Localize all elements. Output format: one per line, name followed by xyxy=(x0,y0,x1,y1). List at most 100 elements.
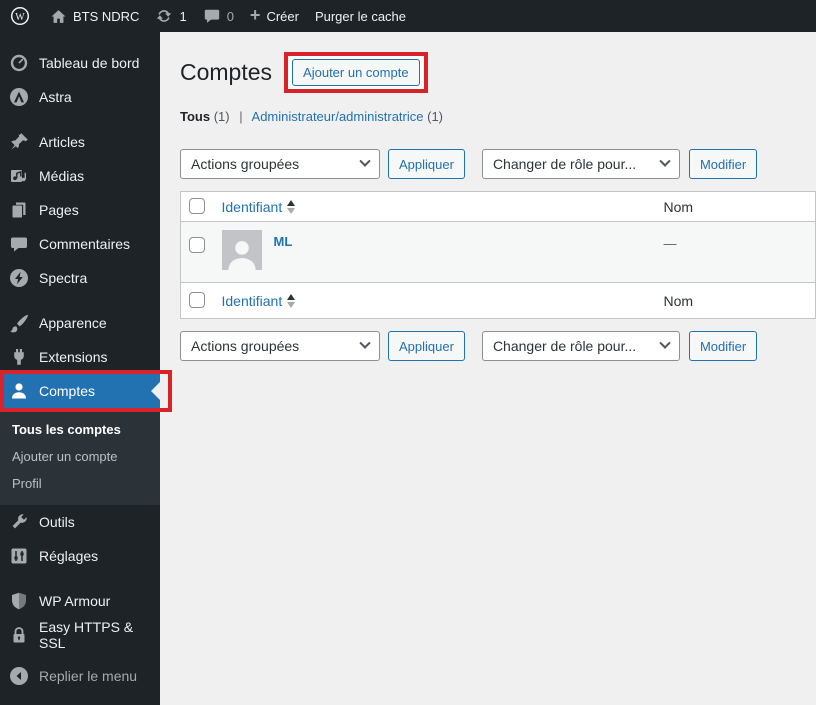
view-administrator-link[interactable]: Administrateur/administratrice xyxy=(252,109,424,124)
astra-logo-icon xyxy=(9,87,29,107)
name-column-label: Nom xyxy=(663,292,694,309)
purge-cache-label: Purger le cache xyxy=(314,8,407,24)
change-role-select-bottom[interactable]: Changer de rôle pour... xyxy=(481,331,680,361)
bulk-actions-select[interactable]: Actions groupées xyxy=(180,149,380,179)
wordpress-logo[interactable]: W xyxy=(10,6,30,26)
page-title: Comptes xyxy=(180,59,273,85)
views-filter: Tous (1) | Administrateur/administratric… xyxy=(180,109,816,124)
sidebar-item-replier-le-menu[interactable]: Replier le menu xyxy=(0,659,160,693)
settings-icon xyxy=(9,546,29,566)
table-footer-row: Identifiant Nom xyxy=(180,282,816,319)
apply-button[interactable]: Appliquer xyxy=(388,149,465,179)
sidebar-item-wp-armour[interactable]: WP Armour xyxy=(0,584,160,618)
row-checkbox[interactable] xyxy=(189,237,205,253)
submenu-item-tous-les-comptes[interactable]: Tous les comptes xyxy=(0,416,160,443)
username-column-label: Identifiant xyxy=(221,292,283,309)
bulk-actions-top: Actions groupées Appliquer Changer de rô… xyxy=(180,149,816,179)
username-column-label: Identifiant xyxy=(221,198,283,215)
active-menu-arrow-icon xyxy=(151,382,160,400)
main-content: Comptes Ajouter un compte Tous (1) | Adm… xyxy=(160,32,816,705)
select-all-checkbox-bottom[interactable] xyxy=(189,292,205,308)
sidebar-item-label: Extensions xyxy=(39,349,108,365)
apply-button-bottom[interactable]: Appliquer xyxy=(388,331,465,361)
sidebar-item-comptes[interactable]: Comptes xyxy=(0,374,160,408)
sidebar-item-label: Comptes xyxy=(39,383,96,399)
sidebar-item-spectra[interactable]: Spectra xyxy=(0,261,160,295)
sidebar-item-tableau-de-bord[interactable]: Tableau de bord xyxy=(0,46,160,80)
pages-icon xyxy=(9,200,29,220)
bulk-actions-select-bottom[interactable]: Actions groupées xyxy=(180,331,380,361)
sidebar-item-extensions[interactable]: Extensions xyxy=(0,340,160,374)
create-label: Créer xyxy=(266,8,299,24)
wordpress-logo-icon: W xyxy=(10,6,30,26)
plus-icon: + xyxy=(249,5,261,25)
sidebar-item-label: WP Armour xyxy=(39,593,111,609)
submenu-item-ajouter-un-compte[interactable]: Ajouter un compte xyxy=(0,443,160,470)
sidebar-item-medias[interactable]: Médias xyxy=(0,159,160,193)
site-name: BTS NDRC xyxy=(73,8,140,24)
sort-arrows-icon xyxy=(287,199,296,214)
user-avatar xyxy=(221,230,262,270)
sidebar-item-outils[interactable]: Outils xyxy=(0,505,160,539)
bulk-actions-bottom: Actions groupées Appliquer Changer de rô… xyxy=(180,331,816,361)
sidebar-item-label: Spectra xyxy=(39,270,88,286)
svg-text:W: W xyxy=(15,12,25,23)
shield-icon xyxy=(9,591,29,611)
users-table: Identifiant Nom ML — Identifiant Nom xyxy=(180,191,816,319)
comments-count: 0 xyxy=(226,8,234,24)
chevron-down-icon xyxy=(359,155,371,167)
comptes-submenu: Tous les comptes Ajouter un compte Profi… xyxy=(0,408,160,505)
view-administrator-count: (1) xyxy=(427,109,443,124)
change-role-select-value: Changer de rôle pour... xyxy=(492,338,637,354)
sidebar-item-astra[interactable]: Astra xyxy=(0,80,160,114)
sidebar-item-label: Easy HTTPS & SSL xyxy=(39,619,134,651)
wrench-icon xyxy=(9,512,29,532)
updates-menu[interactable]: 1 xyxy=(155,7,187,25)
username-link[interactable]: ML xyxy=(274,234,293,249)
sort-arrows-icon xyxy=(287,293,296,308)
brush-icon xyxy=(9,313,29,333)
username-column-sort-bottom[interactable]: Identifiant xyxy=(222,293,296,309)
new-content-menu[interactable]: + Créer xyxy=(249,5,299,25)
comments-icon xyxy=(9,234,29,254)
updates-count: 1 xyxy=(179,8,187,24)
username-column-sort[interactable]: Identifiant xyxy=(222,199,296,215)
sidebar-item-reglages[interactable]: Réglages xyxy=(0,539,160,573)
annotation-box-add-user-button: Ajouter un compte xyxy=(284,52,428,93)
views-separator: | xyxy=(239,109,243,124)
purge-cache-menu[interactable]: Purger le cache xyxy=(315,9,406,24)
change-role-select[interactable]: Changer de rôle pour... xyxy=(481,149,680,179)
table-header-row: Identifiant Nom xyxy=(180,191,816,222)
page-header: Comptes Ajouter un compte xyxy=(180,52,816,93)
change-role-button[interactable]: Modifier xyxy=(688,149,758,179)
spectra-logo-icon xyxy=(9,268,29,288)
view-all-link[interactable]: Tous xyxy=(180,109,210,124)
select-all-checkbox[interactable] xyxy=(189,198,205,214)
site-name-menu[interactable]: BTS NDRC xyxy=(50,8,139,25)
sidebar-item-easy-https-ssl[interactable]: Easy HTTPS & SSL xyxy=(0,618,160,652)
user-name-value: — xyxy=(663,236,677,251)
bulk-actions-select-value: Actions groupées xyxy=(191,156,300,172)
home-icon xyxy=(51,9,66,23)
submenu-item-profil[interactable]: Profil xyxy=(0,470,160,497)
chevron-down-icon xyxy=(359,337,371,349)
pushpin-icon xyxy=(9,132,29,152)
sidebar-item-pages[interactable]: Pages xyxy=(0,193,160,227)
dashboard-icon xyxy=(9,53,29,73)
chevron-down-icon xyxy=(659,337,671,349)
bulk-actions-select-value: Actions groupées xyxy=(191,338,300,354)
sidebar-item-label: Médias xyxy=(39,168,85,184)
sidebar-item-apparence[interactable]: Apparence xyxy=(0,306,160,340)
sidebar-item-articles[interactable]: Articles xyxy=(0,125,160,159)
lock-icon xyxy=(9,625,29,645)
comment-bubble-icon xyxy=(204,9,219,23)
users-icon xyxy=(9,381,29,401)
sidebar-item-commentaires[interactable]: Commentaires xyxy=(0,227,160,261)
name-column-label: Nom xyxy=(663,198,694,215)
plugin-icon xyxy=(9,347,29,367)
sidebar-item-label: Articles xyxy=(39,134,85,150)
sidebar-item-label: Commentaires xyxy=(39,236,131,252)
add-user-button[interactable]: Ajouter un compte xyxy=(292,59,420,86)
change-role-button-bottom[interactable]: Modifier xyxy=(688,331,758,361)
comments-menu[interactable]: 0 xyxy=(203,7,234,25)
